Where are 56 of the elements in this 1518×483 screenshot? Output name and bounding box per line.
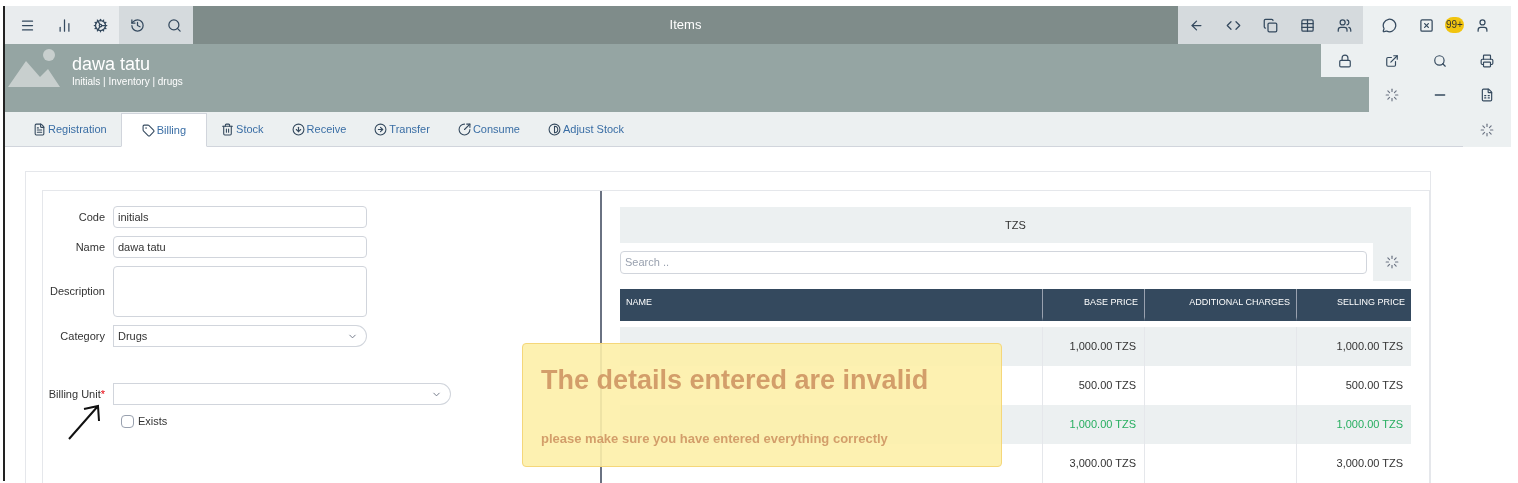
image-placeholder-icon [8, 47, 60, 89]
tag-icon [141, 123, 155, 137]
text-field[interactable]: dawa tatu [113, 236, 367, 258]
table-cell-text: 500.00 TZS [1078, 378, 1136, 394]
spinner-icon [1385, 87, 1400, 102]
tab[interactable]: Receive [277, 112, 361, 146]
text-field[interactable]: initials [113, 206, 367, 228]
table-cell-text: 1,000.00 TZS [1336, 339, 1403, 355]
item-name: dawa tatu [72, 54, 152, 74]
column-header: ADDITIONAL CHARGES [1144, 289, 1296, 321]
table-cell-text: 3,000.00 TZS [1069, 456, 1136, 472]
printer-icon[interactable] [1480, 53, 1495, 68]
column-header: BASE PRICE [1042, 289, 1144, 321]
column-header: NAME [620, 289, 1042, 321]
tab[interactable]: Transfer [360, 112, 444, 146]
window-title: Items [669, 16, 702, 35]
down-arrow-circle-icon [291, 122, 305, 136]
checkbox-label: Exists [138, 414, 168, 429]
popout-icon[interactable] [1385, 53, 1400, 68]
notification-badge: 99+ [1445, 17, 1464, 33]
diagonal-arrow-circle-icon [457, 122, 471, 136]
breadcrumb: Initials | Inventory | drugs [72, 75, 183, 89]
right-arrow-circle-icon [374, 122, 388, 136]
half-circle-icon [547, 122, 561, 136]
field-label: Name [75, 239, 105, 255]
search-icon[interactable] [156, 6, 193, 44]
search-icon[interactable] [1432, 53, 1447, 68]
field-label: Category [60, 328, 105, 344]
tab[interactable]: Registration [19, 112, 121, 146]
field-label: Description [49, 284, 105, 300]
field-label: Code [78, 209, 105, 225]
table-cell-text: 1,000.00 TZS [1069, 417, 1136, 433]
table-cell-text: 500.00 TZS [1345, 378, 1403, 394]
search-field[interactable]: Search .. [620, 250, 1367, 274]
currency-title: TZS [1005, 217, 1026, 233]
spinner-icon [1480, 122, 1494, 137]
table-cell-text: 1,000.00 TZS [1336, 417, 1403, 433]
toast-message: please make sure you have entered everything correctly [541, 429, 889, 448]
arrow-drawing [67, 403, 101, 441]
table-cell-text: 1,000.00 TZS [1069, 339, 1136, 355]
column-header: SELLING PRICE [1296, 289, 1411, 321]
history-icon[interactable] [119, 6, 157, 44]
bin-icon [221, 122, 235, 136]
lock-icon[interactable] [1337, 53, 1352, 68]
tab[interactable]: Stock [207, 112, 278, 146]
tab[interactable]: Consume [443, 112, 534, 146]
document-icon [33, 122, 46, 136]
tab[interactable]: Billing [120, 113, 208, 147]
toast-title: The details entered are invalid [541, 364, 930, 397]
tab[interactable]: Adjust Stock [533, 112, 639, 146]
checkbox[interactable] [121, 414, 134, 428]
table-cell-text: 3,000.00 TZS [1336, 456, 1403, 472]
field-label: Billing Unit* [48, 386, 105, 402]
spreadsheet-icon[interactable] [1480, 87, 1495, 102]
description-field[interactable] [113, 266, 367, 317]
spinner-icon [1385, 255, 1399, 269]
